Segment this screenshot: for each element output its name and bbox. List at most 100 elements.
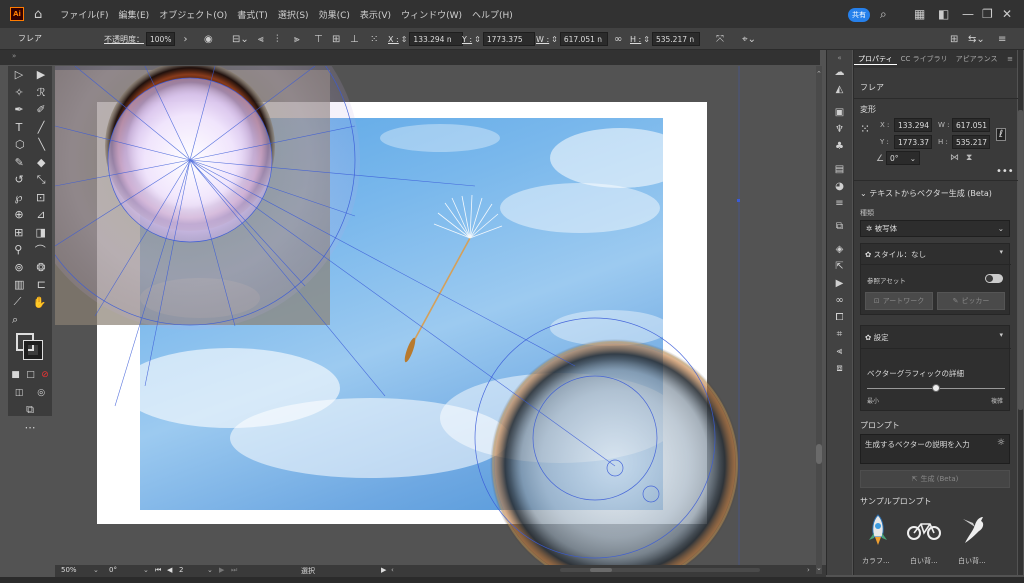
sample-bird[interactable]: [954, 512, 994, 548]
vertical-scrollbar[interactable]: ⌃ ⌄: [814, 66, 824, 574]
share-button[interactable]: 共有: [848, 8, 870, 22]
settings-header[interactable]: ✿ 設定: [865, 332, 889, 343]
zoom-chevron-icon[interactable]: ⌄: [93, 566, 99, 574]
layers-icon[interactable]: ◈: [827, 241, 852, 258]
zoom-value[interactable]: 50%: [61, 566, 77, 574]
scroll-right-icon[interactable]: ›: [807, 566, 810, 574]
panel-h-field[interactable]: 535.217: [952, 135, 990, 149]
stroke-swatch[interactable]: [23, 339, 43, 360]
isolate-icon[interactable]: ⌖⌄: [742, 32, 756, 46]
recolor-icon[interactable]: ◉: [204, 32, 213, 46]
swatches-icon[interactable]: ♣: [827, 138, 852, 155]
lasso-tool-icon[interactable]: ℛ: [37, 86, 46, 99]
rotate-tool-icon[interactable]: ↺: [14, 173, 23, 186]
none-mode-icon[interactable]: ⊘: [41, 370, 49, 380]
curvature-tool-icon[interactable]: ✐: [36, 103, 45, 116]
scale-tool-icon[interactable]: ⤡: [37, 173, 46, 187]
scroll-left-icon[interactable]: ‹: [391, 566, 394, 574]
collapse-toolbar-icon[interactable]: »: [12, 52, 16, 60]
horizontal-scrollbar[interactable]: [560, 567, 760, 573]
blend-tool-icon[interactable]: ⊚: [14, 261, 23, 274]
align-top-icon[interactable]: ⊤: [314, 32, 323, 46]
align-panel-icon[interactable]: ⫷: [827, 343, 852, 360]
rotation-value[interactable]: 0°: [109, 566, 117, 574]
artboards-icon[interactable]: ⧉: [827, 218, 852, 235]
links-icon[interactable]: ∞: [827, 292, 852, 309]
measure-tool-icon[interactable]: ⌒: [35, 242, 46, 258]
tab-cc-libraries[interactable]: CC ライブラリ: [897, 54, 952, 64]
lightbulb-icon[interactable]: ☼: [997, 438, 1005, 448]
type-tool-icon[interactable]: T: [16, 121, 23, 134]
caret-down-icon[interactable]: ▾: [999, 248, 1003, 256]
x-position-control[interactable]: X : ⇕ 133.294 n: [388, 32, 464, 46]
type-dropdown[interactable]: ✲ 被写体 ⌄: [860, 220, 1010, 237]
shape-tool-icon[interactable]: ⬡: [15, 138, 25, 151]
menu-edit[interactable]: 編集(E): [118, 8, 149, 21]
opacity-field[interactable]: 100%: [146, 32, 176, 46]
zoom-tool-icon[interactable]: ⌕: [12, 313, 18, 327]
more-options-icon[interactable]: •••: [996, 166, 1014, 177]
column-graph-tool-icon[interactable]: ▥: [14, 278, 24, 291]
constrain-proportions-icon[interactable]: ∞: [614, 32, 622, 46]
menu-window[interactable]: ウィンドウ(W): [401, 8, 462, 21]
h-field[interactable]: 535.217 n: [651, 32, 700, 46]
align-middle-icon[interactable]: ⊞: [332, 32, 340, 46]
panel-w-field[interactable]: 617.051: [952, 118, 990, 132]
restore-icon[interactable]: ❐: [982, 7, 993, 21]
x-field[interactable]: 133.294 n: [409, 32, 464, 46]
chevron-right-icon[interactable]: ›: [183, 34, 187, 45]
free-transform-tool-icon[interactable]: ⊡: [36, 191, 45, 204]
gradient-mode-icon[interactable]: □: [26, 370, 35, 380]
stroke-icon[interactable]: ≡: [827, 195, 852, 212]
artwork-button[interactable]: ⊡ アートワーク: [865, 292, 933, 310]
paintbrush-tool-icon[interactable]: ╲: [38, 138, 45, 151]
symbols-icon[interactable]: ♆: [827, 121, 852, 138]
menu-select[interactable]: 選択(S): [278, 8, 309, 21]
symbol-sprayer-tool-icon[interactable]: ❂: [36, 261, 45, 274]
edit-toolbar-icon[interactable]: ⋯: [25, 421, 36, 434]
collapse-dock-icon[interactable]: «: [827, 50, 852, 64]
appearance-icon[interactable]: ⧈: [827, 360, 852, 377]
align-to-icon[interactable]: ⊟⌄: [232, 32, 249, 46]
workspace-switcher-icon[interactable]: ◧: [938, 7, 949, 21]
y-field[interactable]: 1773.375: [482, 32, 535, 46]
menu-object[interactable]: オブジェクト(O): [159, 8, 227, 21]
mesh-tool-icon[interactable]: ⊞: [14, 226, 23, 239]
picker-button[interactable]: ✎ ピッカー: [937, 292, 1005, 310]
rotation-chevron-icon[interactable]: ⌄: [143, 566, 149, 574]
direct-selection-tool-icon[interactable]: ▶: [37, 68, 45, 81]
menu-file[interactable]: ファイル(F): [60, 8, 108, 21]
generate-button[interactable]: ⇱ 生成 (Beta): [860, 470, 1010, 488]
arrange-documents-icon[interactable]: ▦: [914, 7, 925, 21]
export-icon[interactable]: ⇱: [827, 258, 852, 275]
search-icon[interactable]: ⌕: [880, 7, 887, 22]
flip-horizontal-icon[interactable]: ⋈: [950, 153, 959, 163]
sample-rocket[interactable]: [858, 512, 898, 548]
sample-bicycle[interactable]: [904, 512, 944, 548]
menu-help[interactable]: ヘルプ(H): [472, 8, 513, 21]
prompt-textarea[interactable]: 生成するベクターの説明を入力 ☼: [860, 434, 1010, 464]
transform-panel-icon[interactable]: ⌗: [827, 326, 852, 343]
warp-tool-icon[interactable]: ℘: [15, 191, 23, 204]
flip-vertical-icon[interactable]: ⧗: [966, 153, 972, 163]
minimize-icon[interactable]: —: [962, 7, 974, 21]
line-tool-icon[interactable]: ╱: [38, 121, 45, 134]
pathfinder-icon[interactable]: ⧠: [827, 309, 852, 326]
eraser-tool-icon[interactable]: ◆: [37, 156, 45, 169]
canvas-area[interactable]: [55, 66, 812, 574]
opacity-control[interactable]: 不透明度： 100% ›: [104, 32, 187, 46]
tab-properties[interactable]: プロパティ: [854, 54, 897, 65]
artboard-number[interactable]: 2: [179, 566, 183, 574]
panel-y-field[interactable]: 1773.37: [894, 135, 932, 149]
perspective-tool-icon[interactable]: ⊿: [36, 208, 45, 221]
arrange-icon[interactable]: ⇆⌄: [968, 32, 985, 46]
caret-down-icon[interactable]: ▾: [999, 331, 1003, 339]
align-right-icon[interactable]: ⫸: [294, 32, 300, 46]
eyedropper-tool-icon[interactable]: ⚲: [14, 243, 22, 256]
w-field[interactable]: 617.051 n: [559, 32, 608, 46]
align-center-icon[interactable]: ⫶: [276, 32, 279, 46]
align-left-icon[interactable]: ⫷: [258, 32, 264, 46]
home-icon[interactable]: ⌂: [34, 7, 42, 22]
angle-field[interactable]: 0° ⌄: [886, 151, 920, 165]
pen-tool-icon[interactable]: ✒: [14, 103, 23, 116]
